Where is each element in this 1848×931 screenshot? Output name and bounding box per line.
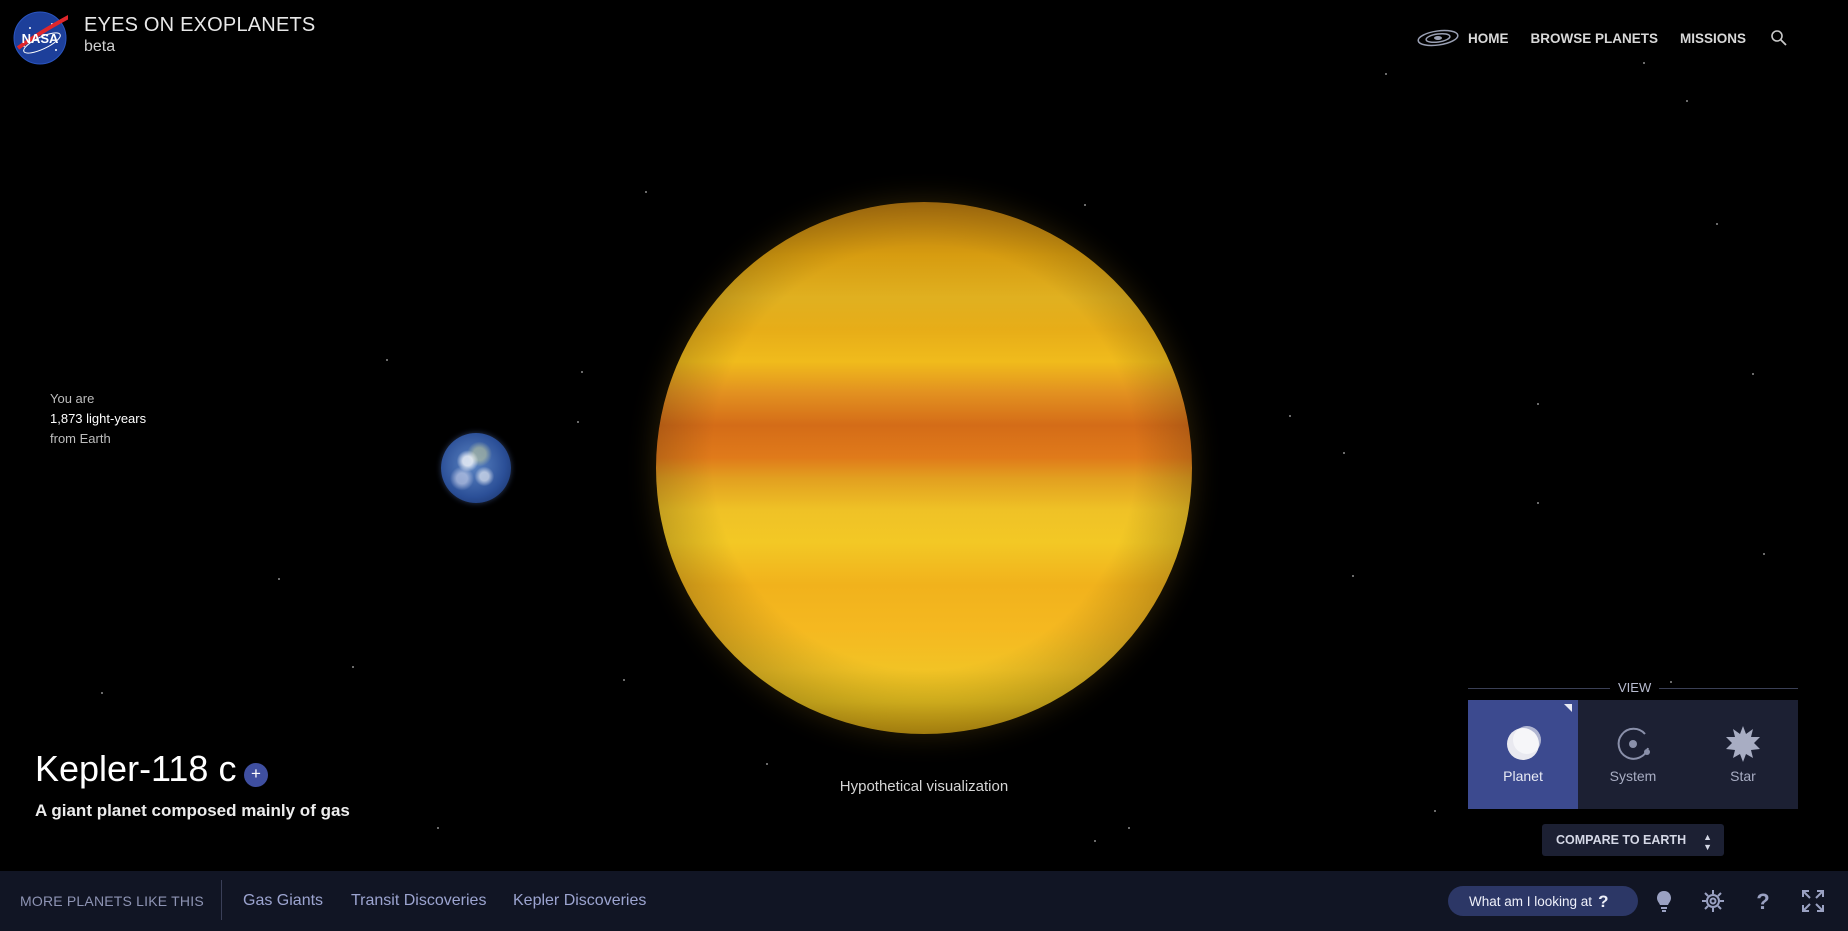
question-icon: ? [1598,892,1609,911]
view-option-planet[interactable]: Planet [1468,700,1578,809]
view-option-label: Planet [1503,767,1543,784]
view-option-label: System [1609,767,1657,784]
galaxy-icon[interactable] [1416,28,1460,48]
star-icon [1726,725,1760,762]
search-icon[interactable] [1770,29,1788,47]
svg-text:?: ? [1756,889,1769,914]
fullscreen-icon[interactable] [1800,888,1826,914]
compare-label: COMPARE TO EARTH [1556,833,1687,847]
nav-browse-planets[interactable]: BROWSE PLANETS [1530,31,1658,46]
view-option-system[interactable]: System [1578,700,1688,809]
compare-to-earth-select[interactable]: COMPARE TO EARTH ▲ ▼ [1542,824,1724,856]
app-title[interactable]: EYES ON EXOPLANETS [84,14,315,37]
link-transit-discoveries[interactable]: Transit Discoveries [351,892,486,910]
distance-value: 1,873 light-years [50,411,147,426]
nasa-logo[interactable]: NASA [12,10,75,66]
selected-corner-marker [1564,704,1572,712]
planet-name: Kepler-118 c [35,748,237,789]
help-pill-label: What am I looking at [1469,894,1593,909]
earth-image [441,433,511,503]
nav-missions[interactable]: MISSIONS [1680,31,1746,46]
app-subtitle: beta [84,38,116,55]
system-icon [1617,727,1650,760]
planet-visualization[interactable] [656,202,1192,734]
planet-icon [1507,725,1541,760]
add-planet-button[interactable]: + [244,763,268,787]
view-selector: Planet System Star [1468,700,1798,809]
nav-home[interactable]: HOME [1468,31,1509,46]
top-nav: HOME BROWSE PLANETS MISSIONS [1416,28,1788,48]
help-icon[interactable]: ? [1750,888,1776,914]
gear-icon[interactable] [1700,888,1726,914]
view-option-star[interactable]: Star [1688,700,1798,809]
view-label: VIEW [1610,680,1660,695]
distance-line-1: You are [50,391,95,406]
distance-indicator: You are 1,873 light-years from Earth [50,389,146,449]
lightbulb-icon[interactable] [1651,888,1677,914]
view-option-label: Star [1730,767,1756,784]
what-am-i-looking-at-button[interactable]: What am I looking at? [1448,886,1638,916]
select-arrows-icon: ▲ ▼ [1703,832,1712,852]
bottom-bar: MORE PLANETS LIKE THIS Gas Giants Transi… [0,871,1848,931]
svg-text:NASA: NASA [22,31,59,46]
link-kepler-discoveries[interactable]: Kepler Discoveries [513,892,646,910]
more-planets-label: MORE PLANETS LIKE THIS [20,893,204,909]
planet-description: A giant planet composed mainly of gas [35,801,350,820]
distance-line-3: from Earth [50,431,111,446]
bottom-divider [221,880,222,920]
link-gas-giants[interactable]: Gas Giants [243,892,323,910]
